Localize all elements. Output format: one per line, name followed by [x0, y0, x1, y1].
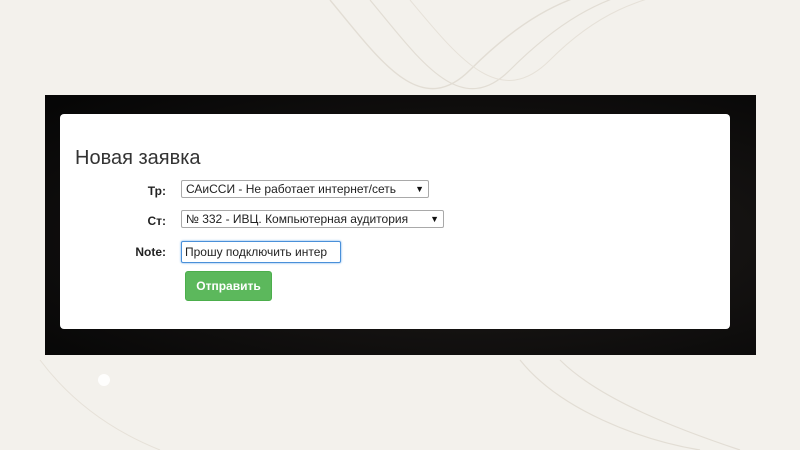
- submit-button[interactable]: Отправить: [185, 271, 272, 301]
- tr-select[interactable]: САиССИ - Не работает интернет/сеть ▼: [181, 180, 429, 198]
- caret-down-icon: ▼: [415, 184, 424, 194]
- new-request-form: Новая заявка Тр: САиССИ - Не работает ин…: [60, 114, 730, 329]
- note-input[interactable]: [181, 241, 341, 263]
- note-label: Note:: [135, 245, 166, 259]
- cr-label: Ст:: [147, 214, 166, 228]
- caret-down-icon: ▼: [430, 214, 439, 224]
- form-title: Новая заявка: [75, 147, 201, 169]
- cr-select[interactable]: № 332 - ИВЦ. Компьютерная аудитория ▼: [181, 210, 444, 228]
- tr-selected-value: САиССИ - Не работает интернет/сеть: [186, 182, 396, 196]
- cr-selected-value: № 332 - ИВЦ. Компьютерная аудитория: [186, 212, 409, 226]
- screenshot-frame: Новая заявка Тр: САиССИ - Не работает ин…: [45, 95, 756, 355]
- tr-label: Тр:: [147, 184, 166, 198]
